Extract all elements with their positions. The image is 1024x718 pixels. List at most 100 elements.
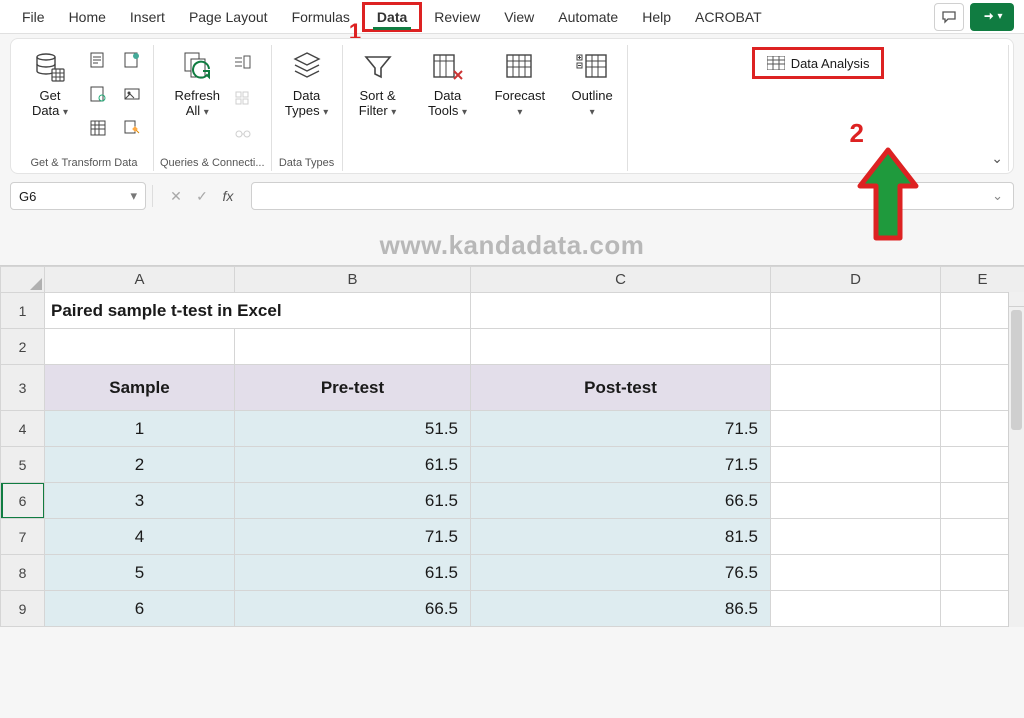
cell[interactable]: 2 [45, 447, 235, 483]
ribbon: GetData ▾ Get & Transform Data RefreshAl… [10, 38, 1014, 174]
cell[interactable]: 6 [45, 591, 235, 627]
cell[interactable]: 81.5 [471, 519, 771, 555]
name-box-value: G6 [19, 189, 36, 204]
data-analysis-button[interactable]: Data Analysis [752, 47, 885, 79]
select-all-corner[interactable] [1, 267, 45, 293]
sort-filter-button[interactable]: Sort &Filter ▾ [349, 45, 407, 121]
tab-page-layout[interactable]: Page Layout [177, 3, 280, 31]
cell[interactable]: 71.5 [471, 411, 771, 447]
data-tools-button[interactable]: DataTools ▾ [419, 45, 477, 121]
cell[interactable]: 66.5 [471, 483, 771, 519]
cell[interactable]: 5 [45, 555, 235, 591]
tab-acrobat[interactable]: ACROBAT [683, 3, 774, 31]
tab-automate[interactable]: Automate [546, 3, 630, 31]
group-queries: RefreshAll ▾ Queries & Connecti... [154, 45, 272, 171]
cancel-formula-icon[interactable]: ✕ [165, 188, 187, 205]
row-9: 9 6 66.5 86.5 [1, 591, 1024, 627]
row-head[interactable]: 4 [1, 411, 45, 447]
refresh-all-button[interactable]: RefreshAll ▾ [168, 45, 226, 121]
group-forecast: Forecast▾ [483, 45, 558, 171]
data-types-icon [287, 47, 327, 87]
cell[interactable]: 61.5 [235, 555, 471, 591]
data-analysis-label: Data Analysis [791, 56, 870, 71]
cell[interactable]: 66.5 [235, 591, 471, 627]
get-data-button[interactable]: GetData ▾ [21, 45, 79, 121]
col-C[interactable]: C [471, 267, 771, 293]
refresh-icon [177, 47, 217, 87]
cell[interactable]: 76.5 [471, 555, 771, 591]
tab-view[interactable]: View [492, 3, 546, 31]
from-text-csv-icon[interactable] [85, 47, 111, 73]
table-header[interactable]: Post-test [471, 365, 771, 411]
insert-function-icon[interactable]: fx [217, 188, 239, 204]
row-3: 3 Sample Pre-test Post-test [1, 365, 1024, 411]
data-tools-icon [428, 47, 468, 87]
row-head[interactable]: 9 [1, 591, 45, 627]
existing-connections-icon[interactable] [119, 115, 145, 141]
cell[interactable]: 86.5 [471, 591, 771, 627]
col-B[interactable]: B [235, 267, 471, 293]
outline-icon [572, 47, 612, 87]
group-get-transform: GetData ▾ Get & Transform Data [15, 45, 154, 171]
cell[interactable]: 71.5 [471, 447, 771, 483]
col-D[interactable]: D [771, 267, 941, 293]
from-web-icon[interactable] [119, 47, 145, 73]
comments-button[interactable] [934, 3, 964, 31]
enter-formula-icon[interactable]: ✓ [191, 188, 213, 205]
group-label-queries: Queries & Connecti... [160, 156, 265, 171]
outline-button[interactable]: Outline▾ [563, 45, 621, 121]
row-head[interactable]: 7 [1, 519, 45, 555]
tab-file[interactable]: File [10, 3, 57, 31]
cell[interactable]: 3 [45, 483, 235, 519]
formula-bar[interactable]: ⌄ [251, 182, 1014, 210]
properties-icon[interactable] [230, 85, 256, 111]
formula-expand-icon[interactable]: ⌄ [992, 188, 1003, 204]
cell[interactable]: 71.5 [235, 519, 471, 555]
cell[interactable]: 4 [45, 519, 235, 555]
ribbon-tabs: File Home Insert Page Layout Formulas Da… [0, 0, 1024, 34]
row-head[interactable]: 1 [1, 293, 45, 329]
data-analysis-icon [767, 56, 785, 70]
table-header[interactable]: Pre-test [235, 365, 471, 411]
tab-insert[interactable]: Insert [118, 3, 177, 31]
group-label-transform: Get & Transform Data [31, 156, 138, 171]
row-4: 4 1 51.5 71.5 [1, 411, 1024, 447]
spreadsheet-grid[interactable]: A B C D E 1 Paired sample t-test in Exce… [0, 266, 1024, 627]
collapse-ribbon-button[interactable]: ⌄ [991, 150, 1003, 167]
column-headers[interactable]: A B C D E [1, 267, 1024, 293]
tab-review[interactable]: Review [422, 3, 492, 31]
name-box[interactable]: G6 ▾ [10, 182, 146, 210]
table-header[interactable]: Sample [45, 365, 235, 411]
row-head[interactable]: 8 [1, 555, 45, 591]
data-types-button[interactable]: DataTypes ▾ [278, 45, 336, 121]
vertical-scrollbar[interactable] [1008, 292, 1024, 627]
cell[interactable]: 61.5 [235, 447, 471, 483]
cell[interactable]: 51.5 [235, 411, 471, 447]
edit-links-icon[interactable] [230, 121, 256, 147]
row-head[interactable]: 6 [1, 483, 45, 519]
recent-sources-icon[interactable] [85, 115, 111, 141]
queries-connections-icon[interactable] [230, 49, 256, 75]
tab-data[interactable]: Data 1 [362, 2, 422, 32]
tab-home[interactable]: Home [57, 3, 118, 31]
row-7: 7 4 71.5 81.5 [1, 519, 1024, 555]
row-head[interactable]: 5 [1, 447, 45, 483]
cell-title[interactable]: Paired sample t-test in Excel [45, 293, 471, 329]
from-table-icon[interactable] [85, 81, 111, 107]
from-picture-icon[interactable] [119, 81, 145, 107]
group-label-types: Data Types [279, 156, 334, 171]
row-head[interactable]: 2 [1, 329, 45, 365]
row-head[interactable]: 3 [1, 365, 45, 411]
tab-data-label: Data [377, 9, 407, 25]
col-A[interactable]: A [45, 267, 235, 293]
forecast-button[interactable]: Forecast▾ [489, 45, 552, 121]
row-2: 2 [1, 329, 1024, 365]
group-data-types: DataTypes ▾ Data Types [272, 45, 343, 171]
col-E[interactable]: E [941, 267, 1024, 293]
cell[interactable]: 61.5 [235, 483, 471, 519]
group-data-tools: DataTools ▾ [413, 45, 483, 171]
share-button[interactable]: ▾ [970, 3, 1014, 31]
chevron-down-icon: ▾ [130, 188, 137, 204]
cell[interactable]: 1 [45, 411, 235, 447]
tab-help[interactable]: Help [630, 3, 683, 31]
